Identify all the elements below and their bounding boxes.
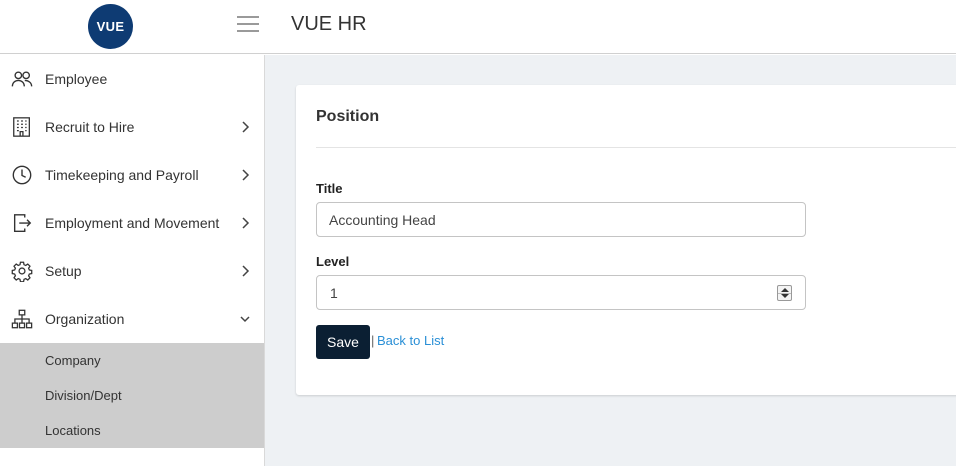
sidebar-item-setup[interactable]: Setup [0, 247, 264, 295]
submenu-item-division-dept[interactable]: Division/Dept [0, 378, 264, 413]
building-icon [13, 117, 30, 137]
submenu-item-locations[interactable]: Locations [0, 413, 264, 448]
chevron-right-icon [242, 265, 250, 277]
sidebar-item-label: Timekeeping and Payroll [45, 167, 199, 183]
level-number-input[interactable]: 1 [316, 275, 806, 310]
organization-submenu: Company Division/Dept Locations [0, 343, 264, 448]
chevron-right-icon [242, 121, 250, 133]
sidebar-item-label: Employee [45, 71, 108, 87]
top-bar: VUE VUE HR [0, 0, 956, 54]
sidebar-item-label: Setup [45, 263, 82, 279]
page-title: Position [316, 108, 380, 125]
chevron-right-icon [242, 217, 250, 229]
save-button[interactable]: Save [316, 325, 370, 359]
sidebar-item-recruit-to-hire[interactable]: Recruit to Hire [0, 103, 264, 151]
sidebar-item-label: Recruit to Hire [45, 119, 135, 135]
back-to-list-link[interactable]: Back to List [377, 333, 444, 348]
org-chart-icon [11, 309, 33, 329]
clock-icon [12, 165, 32, 185]
title-input[interactable] [316, 202, 806, 237]
people-icon [11, 71, 33, 87]
vue-logo[interactable]: VUE [88, 4, 133, 49]
sidebar-item-employee[interactable]: Employee [0, 55, 264, 103]
link-separator: | [371, 333, 375, 348]
chevron-right-icon [242, 169, 250, 181]
sidebar-item-label: Employment and Movement [45, 215, 220, 231]
sidebar-item-employment-and-movement[interactable]: Employment and Movement [0, 199, 264, 247]
chevron-down-icon [240, 316, 250, 323]
sidebar-item-label: Organization [45, 311, 125, 327]
submenu-item-company[interactable]: Company [0, 343, 264, 378]
level-value: 1 [330, 285, 338, 301]
main-content: Position Title Level 1 Save | Back to Li… [265, 55, 956, 466]
level-stepper-icon[interactable] [777, 285, 792, 301]
sidebar: Employee Recruit to Hire Timekeeping and… [0, 55, 265, 466]
app-title: VUE HR [291, 13, 367, 35]
gear-icon [11, 261, 33, 282]
exit-icon [13, 214, 32, 232]
hamburger-menu-icon[interactable] [237, 16, 259, 34]
divider [316, 147, 956, 148]
level-field-label: Level [316, 254, 350, 269]
title-field-label: Title [316, 181, 343, 196]
sidebar-item-organization[interactable]: Organization [0, 295, 264, 343]
position-form-card: Position Title Level 1 Save | Back to Li… [296, 85, 956, 395]
sidebar-item-timekeeping-and-payroll[interactable]: Timekeeping and Payroll [0, 151, 264, 199]
